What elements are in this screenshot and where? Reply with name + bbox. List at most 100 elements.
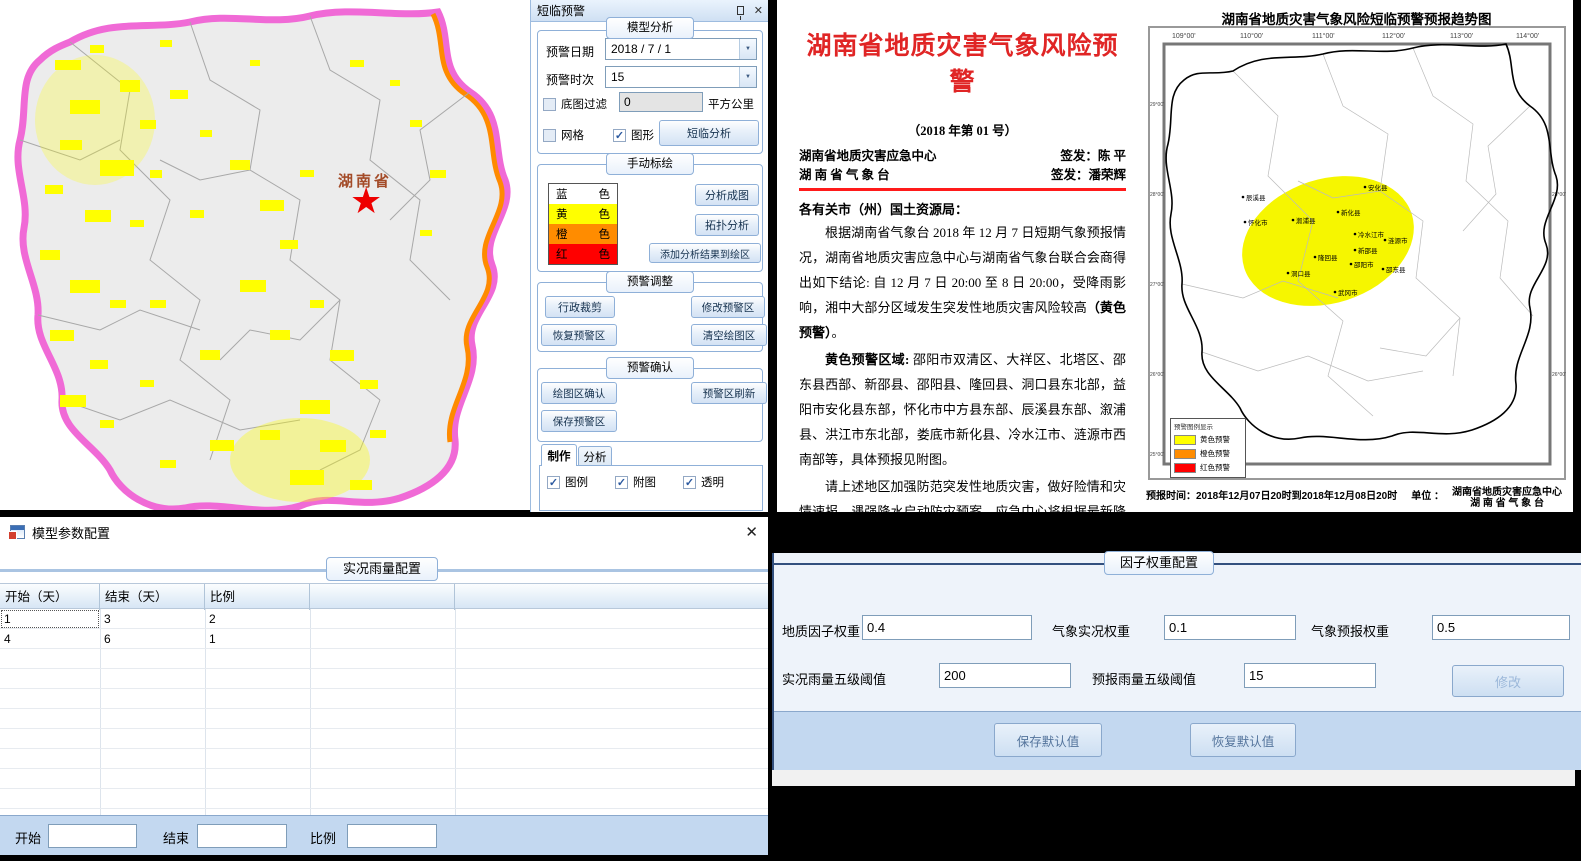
forecast-weight-input[interactable] [1432, 615, 1570, 640]
live-weight-input[interactable] [1164, 615, 1296, 640]
ratio-input[interactable] [347, 824, 437, 848]
short-term-warning-panel: 短临预警 ✕ 模型分析 预警日期 2018 / 7 / 1 ▼ 预警时次 15 … [530, 0, 768, 512]
svg-text:隆回县: 隆回县 [1318, 253, 1338, 262]
live-rain-threshold-input[interactable] [939, 663, 1071, 688]
transparent-checkbox[interactable]: ✓ 透明 [683, 474, 724, 490]
analyze-to-map-button[interactable]: 分析成图 [695, 184, 759, 206]
col-start[interactable]: 开始（天） [0, 584, 100, 610]
graphic-checkbox[interactable]: ✓ 图形 [613, 127, 654, 143]
basemap-filter-checkbox[interactable]: 底图过滤 [543, 96, 607, 112]
modify-warning-zone-button[interactable]: 修改预警区 [691, 296, 765, 318]
grid-checkbox[interactable]: 网格 [543, 127, 584, 143]
attach-map-checkbox[interactable]: ✓ 附图 [615, 474, 656, 490]
yellow-swatch [1174, 435, 1196, 445]
svg-text:25°00': 25°00' [1150, 452, 1164, 458]
svg-text:114°00': 114°00' [1516, 32, 1539, 40]
restore-defaults-button[interactable]: 恢复默认值 [1190, 723, 1296, 757]
svg-text:安化县: 安化县 [1368, 183, 1388, 192]
svg-text:冷水江市: 冷水江市 [1358, 230, 1385, 239]
svg-text:28°00': 28°00' [1552, 192, 1566, 198]
svg-text:涟源市: 涟源市 [1388, 236, 1408, 245]
col-ratio[interactable]: 比例 [205, 584, 310, 610]
topology-analyze-button[interactable]: 拓扑分析 [695, 214, 759, 236]
table-row[interactable]: 1 3 2 [0, 609, 768, 629]
checkbox-box[interactable] [543, 129, 556, 142]
col-end[interactable]: 结束（天） [100, 584, 205, 610]
admin-clip-button[interactable]: 行政裁剪 [545, 296, 615, 318]
panel-title: 短临预警 [537, 2, 585, 19]
unit-names: 湖南省地质灾害应急中心 湖 南 省 气 象 台 [1452, 487, 1562, 509]
attach-option-label: 附图 [633, 474, 656, 490]
forecast-time: 预报时间：2018年12月07日20时到2018年12月08日20时 [1146, 487, 1397, 509]
close-icon[interactable]: ✕ [745, 523, 758, 541]
issue-number: （2018 年第 01 号） [799, 120, 1126, 139]
checkbox-box[interactable] [543, 98, 556, 111]
checkbox-box[interactable]: ✓ [613, 129, 626, 142]
org-line-1: 湖南省地质灾害应急中心 [799, 147, 937, 166]
paragraph-1: 根据湖南省气象台 2018 年 12 月 7 日短期气象预报情况，湖南省地质灾害… [799, 220, 1126, 345]
canvas-confirm-button[interactable]: 绘图区确认 [541, 382, 617, 404]
save-defaults-button[interactable]: 保存默认值 [994, 723, 1102, 757]
legend-checkbox[interactable]: ✓ 图例 [547, 474, 588, 490]
zone-refresh-button[interactable]: 预警区刷新 [691, 382, 767, 404]
dialog-titlebar: 模型参数配置 ✕ [0, 517, 768, 547]
chevron-down-icon[interactable]: ▼ [739, 67, 756, 87]
forecast-rain-threshold-input[interactable] [1244, 663, 1376, 688]
rain-config-table[interactable]: 开始（天） 结束（天） 比例 1 3 2 4 6 1 [0, 583, 768, 815]
svg-text:辰溪县: 辰溪县 [1246, 193, 1266, 202]
svg-text:新化县: 新化县 [1341, 208, 1361, 217]
restore-warning-zone-button[interactable]: 恢复预警区 [541, 324, 617, 346]
filter-threshold-input[interactable] [619, 92, 703, 112]
grid-label: 网格 [561, 127, 584, 143]
time-combobox[interactable]: 15 ▼ [605, 66, 757, 88]
signer-2: 签发：潘荣辉 [1051, 166, 1126, 185]
button-band [774, 711, 1581, 770]
table-row[interactable]: 4 6 1 [0, 629, 768, 649]
svg-text:27°00': 27°00' [1150, 282, 1164, 288]
document-title: 湖南省地质灾害气象风险预警 [799, 26, 1126, 98]
geo-weight-input[interactable] [862, 615, 1032, 640]
color-listbox[interactable]: 蓝 色 黄 色 橙 色 红 色 [548, 183, 618, 265]
close-icon[interactable]: ✕ [754, 4, 763, 17]
form-icon [10, 525, 25, 539]
svg-text:111°00': 111°00' [1312, 32, 1335, 40]
warning-confirm-label: 预警确认 [606, 357, 694, 379]
factor-weight-panel: 因子权重配置 地质因子权重 气象实况权重 气象预报权重 实况雨量五级阈值 预报雨… [772, 553, 1581, 770]
modify-button[interactable]: 修改 [1452, 665, 1564, 697]
dialog-footer: 开始 结束 比例 [0, 815, 768, 855]
checkbox-box[interactable]: ✓ [615, 476, 628, 489]
tab-make[interactable]: 制作 [541, 444, 577, 466]
manual-draw-label: 手动标绘 [606, 153, 694, 175]
trend-map-title: 湖南省地质灾害气象风险短临预警预报趋势图 [1140, 8, 1573, 28]
list-item-red[interactable]: 红 色 [549, 244, 617, 264]
date-combobox[interactable]: 2018 / 7 / 1 ▼ [605, 38, 757, 60]
trend-map-legend: 预警图例显示 黄色预警 橙色预警 红色预警 [1170, 418, 1246, 478]
list-item-blue[interactable]: 蓝 色 [549, 184, 617, 204]
svg-text:26°00': 26°00' [1552, 372, 1566, 378]
list-item-orange[interactable]: 橙 色 [549, 224, 617, 244]
gis-map-canvas[interactable]: 湖南省 ★ [0, 0, 530, 510]
add-analysis-result-button[interactable]: 添加分析结果到绘区 [649, 243, 761, 263]
trend-map-figure: 湖南省地质灾害气象风险短临预警预报趋势图 109°00' 110°00' 111… [1140, 0, 1573, 512]
tab-analyze[interactable]: 分析 [578, 446, 612, 466]
panel-bottom-strip [772, 770, 1575, 786]
start-input[interactable] [48, 824, 137, 848]
col-empty[interactable] [310, 584, 455, 610]
pin-icon[interactable] [737, 6, 744, 15]
warning-document: 湖南省地质灾害气象风险预警 （2018 年第 01 号） 湖南省地质灾害应急中心… [768, 0, 1140, 512]
checkbox-box[interactable]: ✓ [683, 476, 696, 489]
svg-text:溆浦县: 溆浦县 [1296, 216, 1316, 225]
forecast-weight-label: 气象预报权重 [1311, 621, 1389, 640]
clear-canvas-button[interactable]: 清空绘图区 [691, 324, 767, 346]
start-label: 开始 [15, 828, 41, 847]
checkbox-box[interactable]: ✓ [547, 476, 560, 489]
list-item-yellow[interactable]: 黄 色 [549, 204, 617, 224]
svg-text:怀化市: 怀化市 [1248, 218, 1268, 227]
short-term-analyze-button[interactable]: 短临分析 [659, 120, 759, 146]
basemap-filter-label: 底图过滤 [561, 96, 607, 112]
end-input[interactable] [197, 824, 287, 848]
dialog-title: 模型参数配置 [32, 523, 110, 542]
chevron-down-icon[interactable]: ▼ [739, 39, 756, 59]
filter-unit-label: 平方公里 [708, 96, 754, 112]
save-warning-zone-button[interactable]: 保存预警区 [541, 410, 617, 432]
